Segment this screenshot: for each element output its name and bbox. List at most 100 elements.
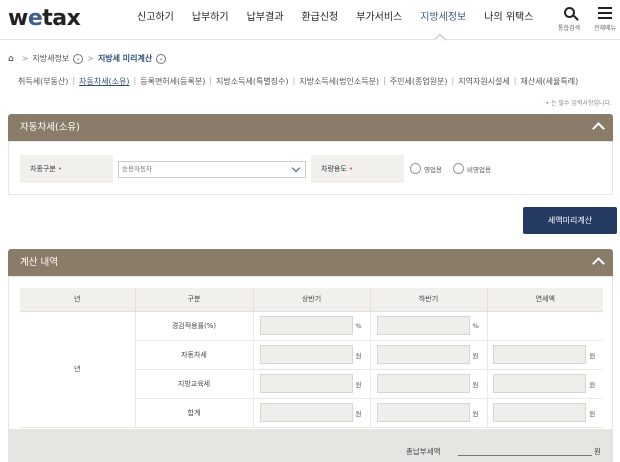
unit-label: 원 — [589, 409, 596, 418]
panel-title: 자동차세(소유) — [20, 122, 80, 133]
vehicle-type-label: 차종구분 • — [20, 155, 113, 183]
total-payment-label: 총납부세액 — [406, 447, 441, 456]
column-header-year: 년 — [20, 288, 136, 312]
radio-circle-icon — [453, 163, 464, 174]
integrated-search-button[interactable]: 통합검색 — [554, 4, 584, 32]
usage-noncommercial-radio[interactable]: 비영업용 — [453, 163, 491, 174]
row-label-education-tax: 지방교육세 — [135, 369, 254, 399]
column-header-annual: 연세액 — [487, 288, 603, 312]
chevron-up-icon[interactable] — [592, 257, 605, 270]
unit-label: 원 — [355, 409, 362, 418]
second-half-vehicle-tax-field — [376, 345, 470, 364]
panel-title: 계산 내역 — [20, 257, 58, 268]
first-half-education-tax-field — [259, 374, 353, 393]
breadcrumb-level2[interactable]: 지방세 미리계산 — [98, 53, 152, 64]
unit-label: 원 — [472, 351, 479, 360]
vehicle-type-select[interactable]: 승용자동차 — [118, 161, 306, 178]
wetax-logo[interactable]: wetax — [8, 6, 81, 31]
first-half-education-tax-cell: 원 — [253, 369, 371, 399]
tab-divider: | — [513, 76, 517, 85]
calculation-table: 년 구분 상반기 하반기 연세액 년 경감적용률(%) % % 자동차세 원 원… — [20, 288, 603, 428]
annual-education-tax-cell: 원 — [487, 369, 603, 399]
first-half-reduction-cell: % — [253, 311, 371, 341]
required-mark: • — [58, 165, 63, 173]
tab-divider: | — [383, 76, 386, 85]
tab-divider: | — [209, 76, 213, 85]
second-half-total-field — [376, 403, 470, 422]
annual-total-cell: 원 — [487, 398, 603, 428]
calculate-tax-button[interactable]: 세액미리계산 — [523, 207, 617, 234]
nav-payment[interactable]: 납부하기 — [183, 0, 238, 40]
nav-file-return[interactable]: 신고하기 — [128, 0, 183, 40]
annual-total-field — [493, 403, 587, 422]
main-nav: 신고하기 납부하기 납부결과 환급신청 부가서비스 지방세정보 나의 위택스 — [128, 0, 542, 40]
chevron-up-icon[interactable] — [592, 122, 605, 135]
vehicle-type-label-text: 차종구분 — [30, 165, 56, 173]
second-half-vehicle-tax-cell: 원 — [370, 340, 488, 370]
breadcrumb-separator-icon: > — [87, 54, 94, 63]
second-half-reduction-cell: % — [370, 311, 488, 341]
required-note-text: 는 필수 입력사항입니다. — [551, 100, 612, 107]
first-half-vehicle-tax-cell: 원 — [253, 340, 371, 370]
logo-part3: tax — [42, 6, 81, 31]
chevron-down-icon[interactable]: ⌄ — [73, 53, 84, 64]
chevron-down-icon — [291, 163, 301, 173]
tab-divider: | — [292, 76, 296, 85]
annual-reduction-cell — [487, 311, 603, 341]
unit-label: % — [472, 321, 479, 330]
row-label-vehicle-tax: 자동차세 — [135, 340, 254, 370]
first-half-total-cell: 원 — [253, 398, 371, 428]
first-half-total-field — [259, 403, 353, 422]
menu-label: 전체메뉴 — [593, 25, 617, 32]
vehicle-type-value: 승용자동차 — [122, 165, 152, 173]
logo-part2: e — [27, 6, 43, 31]
first-half-reduction-field — [259, 316, 353, 335]
home-icon[interactable]: ⌂ — [8, 54, 14, 64]
column-header-first-half: 상반기 — [253, 288, 371, 312]
table-row: 년 경감적용률(%) % % — [20, 311, 603, 428]
tab-local-income-withholding[interactable]: 지방소득세(특별징수) — [216, 76, 288, 87]
annual-education-tax-field — [493, 374, 587, 393]
vehicle-usage-label: 차량용도 • — [311, 155, 404, 183]
usage-commercial-label: 영업용 — [424, 165, 442, 174]
tab-acquisition-tax[interactable]: 취득세(부동산) — [18, 76, 68, 87]
row-label-reduction-rate: 경감적용률(%) — [135, 311, 254, 341]
nav-my-wetax[interactable]: 나의 위택스 — [475, 0, 542, 40]
chevron-down-icon[interactable]: ⌄ — [156, 53, 167, 64]
tax-type-tabs: 취득세(부동산) | 자동차세(소유) | 등록면허세(등록분) | 지방소득세… — [18, 76, 578, 87]
nav-payment-result[interactable]: 납부결과 — [238, 0, 293, 40]
second-half-education-tax-field — [376, 374, 470, 393]
total-payment-unit: 원 — [594, 447, 601, 456]
nav-local-tax-info[interactable]: 지방세정보 — [411, 0, 475, 40]
vehicle-usage-label-text: 차량용도 — [321, 165, 347, 173]
search-label: 통합검색 — [557, 25, 581, 32]
tab-regional-resource-tax[interactable]: 지역자원시설세 — [458, 76, 510, 87]
vehicle-tax-panel-header[interactable]: 자동차세(소유) — [8, 114, 613, 141]
tab-vehicle-tax[interactable]: 자동차세(소유) — [79, 76, 129, 87]
tab-registration-license-tax[interactable]: 등록면허세(등록분) — [140, 76, 205, 87]
nav-extra-services[interactable]: 부가서비스 — [347, 0, 411, 40]
usage-commercial-radio[interactable]: 영업용 — [410, 163, 442, 174]
full-menu-button[interactable]: 전체메뉴 — [590, 4, 620, 32]
tab-divider: | — [451, 76, 455, 85]
usage-noncommercial-label: 비영업용 — [467, 165, 491, 174]
breadcrumb-level1[interactable]: 지방세정보 — [32, 53, 69, 64]
radio-circle-icon — [410, 163, 421, 174]
search-icon — [554, 4, 584, 22]
unit-label: 원 — [472, 380, 479, 389]
tab-resident-tax[interactable]: 주민세(종업원분) — [390, 76, 448, 87]
unit-label: 원 — [472, 409, 479, 418]
unit-label: % — [355, 321, 362, 330]
breadcrumb: ⌂ > 지방세정보 ⌄ > 지방세 미리계산 ⌄ — [8, 53, 167, 64]
row-label-total: 합계 — [135, 398, 254, 428]
hamburger-menu-icon — [590, 4, 620, 22]
calculation-result-panel-header[interactable]: 계산 내역 — [8, 249, 613, 276]
total-payment-field — [458, 455, 592, 456]
nav-refund[interactable]: 환급신청 — [292, 0, 347, 40]
logo-part1: w — [8, 6, 28, 31]
tab-property-tax[interactable]: 재산세(세율특례) — [520, 76, 578, 87]
unit-label: 원 — [589, 351, 596, 360]
annual-vehicle-tax-field — [493, 345, 587, 364]
year-cell: 년 — [20, 311, 136, 428]
tab-local-income-corporate[interactable]: 지방소득세(법인소득분) — [299, 76, 379, 87]
